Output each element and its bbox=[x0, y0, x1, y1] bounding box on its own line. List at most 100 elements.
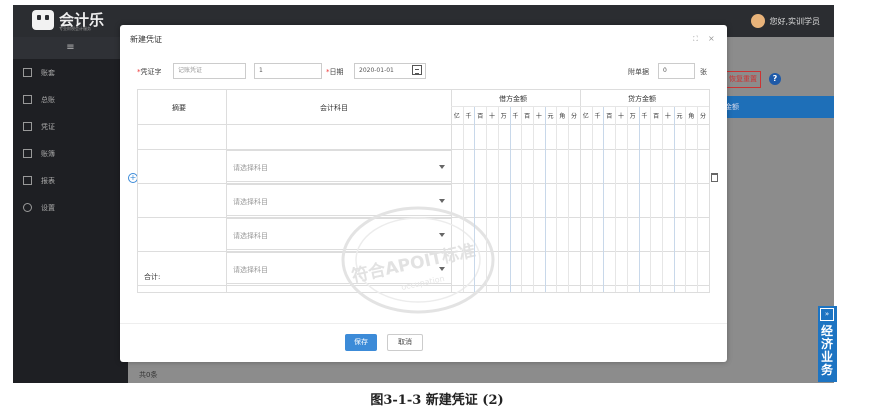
digit-divider bbox=[486, 107, 488, 292]
column-header-summary: 摘要 bbox=[172, 104, 186, 112]
digit-header: 分 bbox=[570, 113, 577, 120]
economic-business-side-tab[interactable]: » 经济业务 bbox=[818, 306, 837, 382]
maximize-icon[interactable]: ⛶ bbox=[693, 35, 698, 44]
sidebar-item-label: 凭证 bbox=[41, 122, 55, 131]
sidebar-item-label: 账簿 bbox=[41, 149, 55, 158]
logo-subtitle: 专业财税会计服务 bbox=[59, 26, 91, 31]
digit-divider bbox=[673, 107, 675, 292]
attachment-count-input[interactable]: 0 bbox=[658, 63, 695, 79]
reset-button[interactable]: 恢复重置 bbox=[725, 71, 761, 88]
delete-row-trash-icon[interactable] bbox=[711, 173, 718, 182]
save-button[interactable]: 保存 bbox=[345, 334, 377, 351]
expand-arrow-icon[interactable]: » bbox=[820, 308, 834, 321]
total-label: 合计: bbox=[144, 273, 161, 281]
close-icon[interactable]: × bbox=[708, 34, 715, 43]
user-name: 您好,实训学员 bbox=[769, 16, 820, 26]
attachment-label: 附单据 bbox=[628, 68, 649, 76]
settings-gear-icon bbox=[23, 203, 32, 212]
digit-header: 十 bbox=[488, 113, 495, 120]
digit-header: 万 bbox=[500, 113, 507, 120]
sidebar-item-ledger[interactable]: 账套 bbox=[13, 59, 128, 86]
voucher-word-input[interactable]: 记账凭证 bbox=[173, 63, 246, 79]
sidebar-item-settings[interactable]: 设置 bbox=[13, 194, 128, 221]
digit-header: 千 bbox=[465, 113, 472, 120]
column-header-debit: 借方金额 bbox=[499, 95, 527, 103]
digit-divider bbox=[521, 107, 523, 292]
digit-header: 角 bbox=[688, 113, 695, 120]
voucher-number-input[interactable]: 1 bbox=[254, 63, 322, 79]
sidebar-item-voucher[interactable]: 凭证 bbox=[13, 113, 128, 140]
digit-header: 千 bbox=[594, 113, 601, 120]
digit-divider bbox=[474, 107, 476, 292]
digit-divider bbox=[591, 107, 593, 292]
column-divider bbox=[580, 90, 581, 292]
voucher-word-label: *凭证字 bbox=[137, 68, 162, 76]
sidebar-item-label: 报表 bbox=[41, 176, 55, 185]
digit-header: 百 bbox=[653, 113, 660, 120]
digit-header: 百 bbox=[477, 113, 484, 120]
digit-divider bbox=[697, 107, 699, 292]
sidebar-item-label: 设置 bbox=[41, 203, 55, 212]
digit-divider bbox=[497, 107, 499, 292]
calendar-icon[interactable] bbox=[412, 65, 422, 75]
digit-header: 亿 bbox=[453, 113, 460, 120]
sidebar-item-book[interactable]: 账簿 bbox=[13, 140, 128, 167]
sidebar: ≡ 账套 总账 凭证 账簿 报表 设置 bbox=[13, 37, 128, 383]
digit-divider bbox=[638, 107, 640, 292]
sidebar-toggle-button[interactable]: ≡ bbox=[13, 37, 128, 59]
digit-divider bbox=[650, 107, 652, 292]
help-icon[interactable]: ? bbox=[769, 73, 781, 85]
sidebar-item-label: 账套 bbox=[41, 68, 55, 77]
account-select-row-2[interactable]: 请选择科目 bbox=[226, 184, 452, 216]
dialog-title: 新建凭证 bbox=[130, 35, 162, 44]
row-divider bbox=[138, 285, 709, 286]
digit-header: 元 bbox=[676, 113, 683, 120]
record-count: 共0条 bbox=[139, 371, 158, 379]
chevron-down-icon bbox=[439, 233, 445, 237]
digit-divider bbox=[462, 107, 464, 292]
cancel-button[interactable]: 取消 bbox=[387, 334, 423, 351]
chevron-down-icon bbox=[439, 165, 445, 169]
general-ledger-icon bbox=[23, 95, 32, 104]
new-voucher-dialog: 新建凭证 ⛶ × *凭证字 记账凭证 1 *日期 2020-01-01 附单据 … bbox=[120, 25, 727, 362]
digit-header: 元 bbox=[547, 113, 554, 120]
digit-divider bbox=[626, 107, 628, 292]
user-menu[interactable]: 您好,实训学员 bbox=[751, 14, 820, 28]
digit-divider bbox=[615, 107, 617, 292]
sidebar-item-general-ledger[interactable]: 总账 bbox=[13, 86, 128, 113]
account-select-row-1[interactable]: 请选择科目 bbox=[226, 150, 452, 182]
logo-icon bbox=[32, 10, 54, 30]
digit-header: 千 bbox=[512, 113, 519, 120]
voucher-icon bbox=[23, 122, 32, 131]
digit-header: 百 bbox=[524, 113, 531, 120]
digit-divider bbox=[603, 107, 605, 292]
digit-divider bbox=[662, 107, 664, 292]
digit-divider bbox=[544, 107, 546, 292]
column-header-account: 会计科目 bbox=[320, 104, 348, 112]
figure-caption: 图3-1-3 新建凭证 (2) bbox=[370, 393, 504, 408]
digit-header: 百 bbox=[606, 113, 613, 120]
footer-divider bbox=[120, 323, 727, 324]
digit-divider bbox=[568, 107, 570, 292]
amount-subheader-divider bbox=[451, 106, 709, 107]
background-table-header: 金额 bbox=[717, 96, 834, 118]
avatar bbox=[751, 14, 766, 28]
digit-header: 分 bbox=[699, 113, 706, 120]
account-select-row-3[interactable]: 请选择科目 bbox=[226, 218, 452, 250]
digit-divider bbox=[533, 107, 535, 292]
digit-header: 十 bbox=[617, 113, 624, 120]
digit-header: 十 bbox=[664, 113, 671, 120]
digit-divider bbox=[509, 107, 511, 292]
chevron-down-icon bbox=[439, 199, 445, 203]
column-header-credit: 贷方金额 bbox=[628, 95, 656, 103]
chevron-down-icon bbox=[439, 267, 445, 271]
digit-header: 角 bbox=[559, 113, 566, 120]
side-tab-label: 经济业务 bbox=[821, 324, 834, 377]
account-select-row-4[interactable]: 请选择科目 bbox=[226, 252, 452, 284]
date-label: *日期 bbox=[326, 68, 344, 76]
sidebar-item-report[interactable]: 报表 bbox=[13, 167, 128, 194]
report-chart-icon bbox=[23, 176, 32, 185]
sidebar-item-label: 总账 bbox=[41, 95, 55, 104]
book-icon bbox=[23, 149, 32, 158]
header-divider bbox=[138, 124, 709, 125]
